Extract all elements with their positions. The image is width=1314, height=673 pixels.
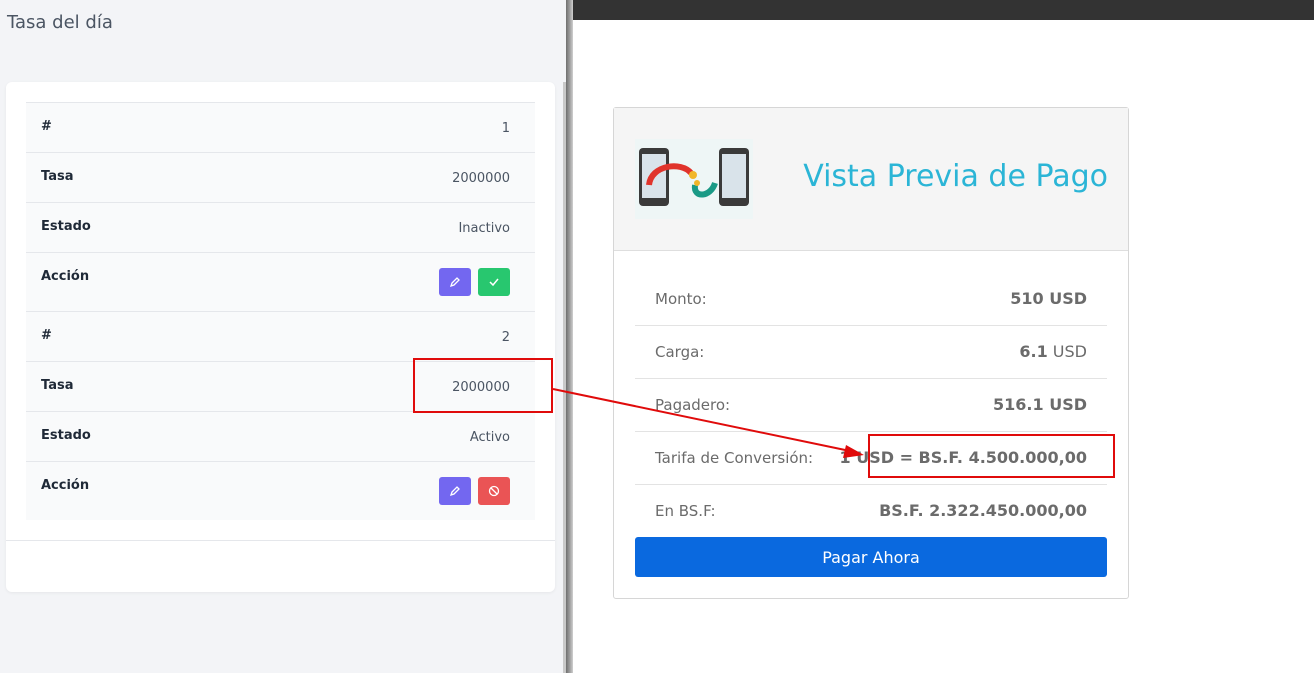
table-row: Acción (26, 461, 535, 520)
row-label: # (41, 328, 52, 343)
rates-card: # 1 Tasa 2000000 Estado Inactivo Acción (6, 82, 555, 592)
detail-value: 510 USD (1010, 289, 1087, 308)
list-item: En BS.F: BS.F. 2.322.450.000,00 (635, 485, 1107, 538)
table-row: # 1 (26, 102, 535, 152)
row-label: Tasa (41, 169, 74, 184)
edit-button[interactable] (439, 477, 471, 505)
table-row: Tasa 2000000 (26, 152, 535, 202)
row-label: Tasa (41, 378, 74, 393)
row-label: Acción (41, 269, 90, 284)
pay-now-button[interactable]: Pagar Ahora (635, 537, 1107, 577)
table-row: # 2 (26, 311, 535, 361)
check-icon (489, 278, 499, 287)
row-label: Estado (41, 219, 91, 234)
payment-title: Vista Previa de Pago (803, 159, 1108, 194)
list-item: Carga: 6.1 USD (635, 326, 1107, 379)
ban-icon (488, 485, 500, 497)
row-value: 2 (501, 330, 510, 345)
window-divider (566, 0, 573, 673)
payment-header: Vista Previa de Pago (614, 108, 1128, 251)
rates-table: # 1 Tasa 2000000 Estado Inactivo Acción (26, 102, 535, 520)
activate-button[interactable] (478, 268, 510, 296)
detail-label: Tarifa de Conversión: (655, 449, 814, 467)
detail-value: 6.1 USD (1019, 342, 1087, 361)
top-bar (573, 0, 1314, 20)
table-row: Acción (26, 252, 535, 311)
phones-money-transfer-logo (635, 139, 753, 219)
table-row: Estado Inactivo (26, 202, 535, 252)
detail-label: Carga: (655, 343, 705, 361)
pencil-icon (449, 277, 460, 288)
action-buttons (439, 477, 510, 505)
payment-details: Monto: 510 USD Carga: 6.1 USD Pagadero: … (635, 273, 1107, 538)
status-value: Inactivo (458, 221, 510, 236)
deactivate-button[interactable] (478, 477, 510, 505)
list-item: Monto: 510 USD (635, 273, 1107, 326)
row-label: # (41, 119, 52, 134)
table-row: Estado Activo (26, 411, 535, 461)
detail-label: Pagadero: (655, 396, 731, 414)
list-item: Pagadero: 516.1 USD (635, 379, 1107, 432)
highlight-box (868, 434, 1115, 478)
payment-preview-card: Vista Previa de Pago Monto: 510 USD Carg… (613, 107, 1129, 599)
left-pane: Tasa del día # 1 Tasa 2000000 Estado Ina… (0, 0, 566, 673)
row-label: Estado (41, 428, 91, 443)
detail-value: BS.F. 2.322.450.000,00 (879, 501, 1087, 520)
pencil-icon (449, 486, 460, 497)
highlight-box (413, 358, 553, 413)
row-label: Acción (41, 478, 90, 493)
status-value: Activo (469, 430, 510, 445)
detail-label: Monto: (655, 290, 707, 308)
detail-label: En BS.F: (655, 502, 716, 520)
row-value: 1 (501, 121, 510, 136)
detail-value: 516.1 USD (993, 395, 1087, 414)
action-buttons (439, 268, 510, 296)
card-footer-divider (6, 540, 555, 541)
rate-value: 2000000 (452, 171, 510, 186)
page-title: Tasa del día (7, 12, 113, 33)
edit-button[interactable] (439, 268, 471, 296)
